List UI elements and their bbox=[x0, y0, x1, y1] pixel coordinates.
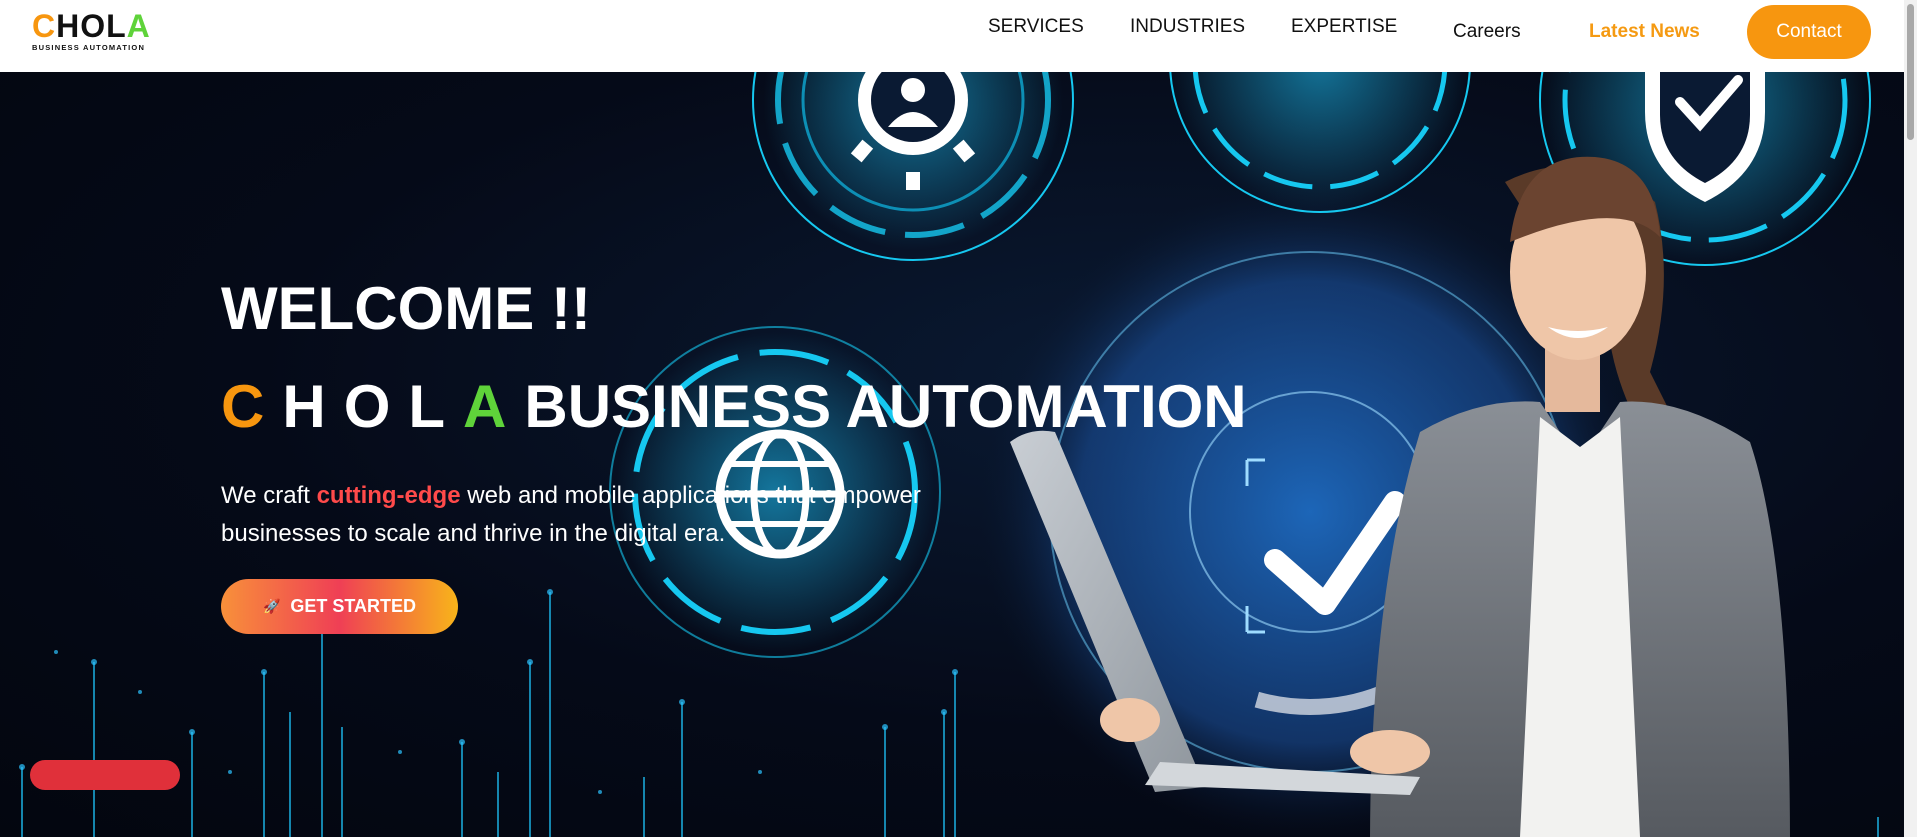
page-scrollbar[interactable] bbox=[1904, 0, 1917, 837]
contact-button[interactable]: Contact bbox=[1747, 5, 1871, 59]
brand-letter-h: H bbox=[282, 373, 326, 440]
welcome-heading: WELCOME !! bbox=[221, 275, 591, 342]
logo-letter-l: L bbox=[106, 8, 127, 44]
brand-letter-a: A bbox=[463, 373, 507, 440]
tagline-before: We craft bbox=[221, 482, 317, 509]
logo-letter-h: H bbox=[56, 8, 81, 44]
scrollbar-thumb[interactable] bbox=[1907, 4, 1914, 140]
brand-heading: C H O L A BUSINESS AUTOMATION bbox=[221, 372, 1247, 441]
logo-letter-c: C bbox=[32, 8, 57, 44]
tagline-highlight: cutting-edge bbox=[316, 482, 461, 509]
nav-services[interactable]: SERVICES bbox=[988, 16, 1084, 38]
brand-letter-c: C bbox=[221, 373, 265, 440]
get-started-label: GET STARTED bbox=[290, 596, 417, 616]
site-header: CHOLA BUSINESS AUTOMATION SERVICES INDUS… bbox=[0, 0, 1904, 72]
nav-latest-news[interactable]: Latest News bbox=[1589, 21, 1700, 43]
brand-letter-o: O bbox=[343, 373, 391, 440]
brand-letter-l: L bbox=[408, 373, 446, 440]
gear-person-icon bbox=[752, 72, 1074, 261]
hero-section: WELCOME !! C H O L A BUSINESS AUTOMATION We c… bbox=[0, 72, 1904, 837]
floating-red-button[interactable] bbox=[30, 760, 180, 790]
get-started-button[interactable]: 🚀 GET STARTED bbox=[221, 579, 458, 634]
hero-background-illustration bbox=[19, 72, 1879, 837]
rocket-icon: 🚀 bbox=[262, 598, 281, 614]
logo-letter-o: O bbox=[80, 8, 107, 44]
brand-rest: BUSINESS AUTOMATION bbox=[524, 373, 1247, 440]
logo-subtitle: BUSINESS AUTOMATION bbox=[32, 43, 146, 52]
nav-industries[interactable]: INDUSTRIES bbox=[1130, 16, 1245, 38]
hero-tagline: We craft cutting-edge web and mobile app… bbox=[221, 477, 1001, 553]
logo[interactable]: CHOLA BUSINESS AUTOMATION bbox=[32, 10, 156, 52]
nav-careers[interactable]: Careers bbox=[1453, 21, 1521, 43]
logo-wordmark: CHOLA bbox=[32, 10, 156, 42]
nav-expertise[interactable]: EXPERTISE bbox=[1291, 16, 1397, 38]
top-ring-decoration bbox=[1169, 72, 1471, 213]
logo-letter-a: A bbox=[126, 8, 151, 44]
